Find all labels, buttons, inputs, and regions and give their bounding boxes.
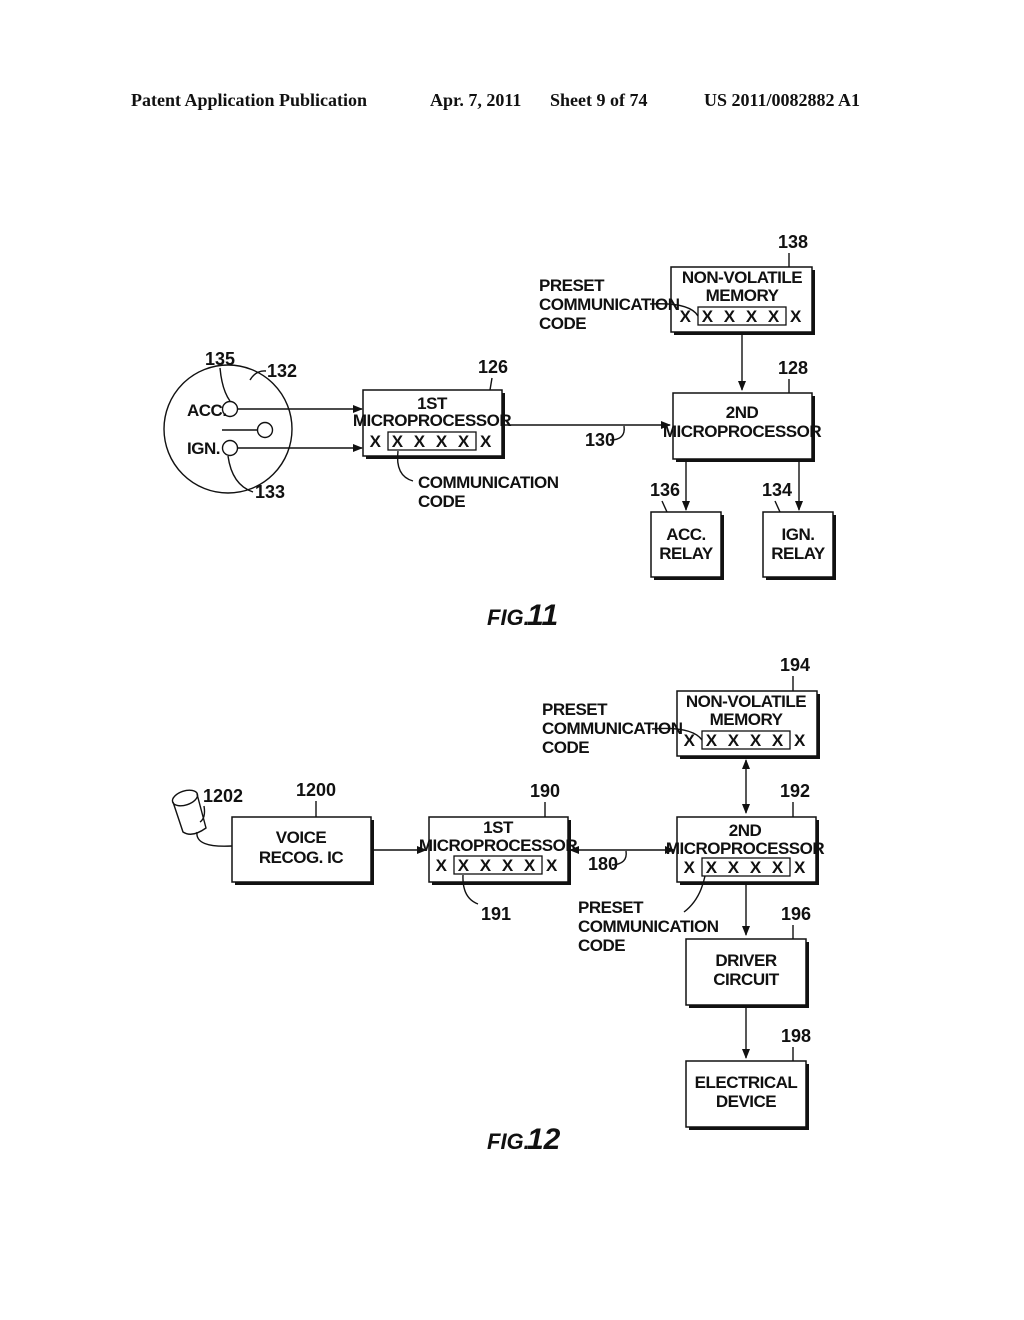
svg-text:X X X X X X: X X X X X X	[436, 856, 561, 875]
ref-196: 196	[781, 904, 811, 924]
svg-text:CODE: CODE	[539, 314, 586, 333]
svg-text:NON-VOLATILE: NON-VOLATILE	[682, 268, 802, 287]
fig12-microprocessor-1: 1ST MICROPROCESSOR X X X X X X 190 191	[419, 781, 578, 924]
svg-text:X X X X X X: X X X X X X	[680, 307, 805, 326]
acc-relay: ACC. RELAY 136	[650, 480, 724, 580]
ref-1202: 1202	[203, 786, 243, 806]
fig11-caption-number: 11	[527, 599, 558, 632]
ref-180: 180	[588, 854, 618, 874]
svg-text:COMMUNICATION: COMMUNICATION	[578, 917, 719, 936]
svg-text:DRIVER: DRIVER	[715, 951, 776, 970]
svg-text:COMMUNICATION: COMMUNICATION	[539, 295, 680, 314]
communication-code: X X X X X X	[370, 432, 495, 451]
svg-text:ELECTRICAL: ELECTRICAL	[695, 1073, 798, 1092]
svg-text:MICROPROCESSOR: MICROPROCESSOR	[419, 836, 578, 855]
fig11-microprocessor-1: 1ST MICROPROCESSOR X X X X X X 126 COMMU…	[353, 357, 559, 511]
ref-136: 136	[650, 480, 680, 500]
svg-text:DEVICE: DEVICE	[716, 1092, 776, 1111]
fig12-caption-prefix: FIG.	[487, 1129, 530, 1154]
svg-text:CODE: CODE	[418, 492, 465, 511]
fig12: 1202 VOICE RECOG. IC 1200 1ST MICROPROCE…	[171, 655, 825, 1156]
ref-192: 192	[780, 781, 810, 801]
fig12-non-volatile-memory: NON-VOLATILE MEMORY X X X X X X 194 PRES…	[542, 655, 820, 759]
svg-text:CIRCUIT: CIRCUIT	[713, 970, 780, 989]
fig12-caption-number: 12	[527, 1123, 561, 1156]
svg-text:COMMUNICATION: COMMUNICATION	[418, 473, 559, 492]
svg-text:PRESET: PRESET	[578, 898, 644, 917]
svg-text:2ND: 2ND	[726, 403, 759, 422]
svg-text:RELAY: RELAY	[771, 544, 826, 563]
ref-190: 190	[530, 781, 560, 801]
ref-128: 128	[778, 358, 808, 378]
svg-text:PRESET: PRESET	[542, 700, 608, 719]
svg-text:MICROPROCESSOR: MICROPROCESSOR	[663, 422, 822, 441]
ref-133: 133	[255, 482, 285, 502]
ref-126: 126	[478, 357, 508, 377]
svg-text:CODE: CODE	[542, 738, 589, 757]
svg-text:MICROPROCESSOR: MICROPROCESSOR	[353, 411, 512, 430]
svg-text:MICROPROCESSOR: MICROPROCESSOR	[666, 839, 825, 858]
patent-drawing: ACC. IGN. 135 132 133 1ST MICROPROCESSOR…	[163, 232, 836, 1156]
ref-191: 191	[481, 904, 511, 924]
ref-134: 134	[762, 480, 792, 500]
ign-terminal-icon	[221, 439, 239, 457]
svg-text:X X X X X X: X X X X X X	[684, 858, 809, 877]
common-terminal-icon	[256, 421, 274, 439]
fig11-non-volatile-memory: NON-VOLATILE MEMORY X X X X X X 138 PRES…	[539, 232, 815, 335]
svg-text:ACC.: ACC.	[666, 525, 706, 544]
fig11-caption-prefix: FIG.	[487, 605, 530, 630]
svg-text:2ND: 2ND	[729, 821, 762, 840]
svg-text:RECOG. IC: RECOG. IC	[259, 848, 344, 867]
svg-text:RELAY: RELAY	[659, 544, 714, 563]
svg-text:PRESET: PRESET	[539, 276, 605, 295]
svg-text:1ST: 1ST	[483, 818, 514, 837]
svg-text:CODE: CODE	[578, 936, 625, 955]
ref-135: 135	[205, 349, 235, 369]
svg-text:IGN.: IGN.	[782, 525, 815, 544]
ign-label: IGN.	[187, 439, 220, 458]
voice-recognition-ic: VOICE RECOG. IC 1200	[231, 780, 374, 885]
svg-text:NON-VOLATILE: NON-VOLATILE	[686, 692, 806, 711]
electrical-device: ELECTRICAL DEVICE 198	[685, 1026, 811, 1130]
ref-194: 194	[780, 655, 810, 675]
ignition-switch: ACC. IGN. 135 132 133	[163, 349, 297, 502]
fig11: ACC. IGN. 135 132 133 1ST MICROPROCESSOR…	[163, 232, 836, 632]
svg-text:X X X X X X: X X X X X X	[684, 731, 809, 750]
acc-label: ACC.	[187, 401, 227, 420]
svg-text:MEMORY: MEMORY	[710, 710, 784, 729]
ref-138: 138	[778, 232, 808, 252]
ref-1200: 1200	[296, 780, 336, 800]
svg-text:MEMORY: MEMORY	[706, 286, 780, 305]
ref-198: 198	[781, 1026, 811, 1046]
ref-132: 132	[267, 361, 297, 381]
svg-text:VOICE: VOICE	[276, 828, 327, 847]
